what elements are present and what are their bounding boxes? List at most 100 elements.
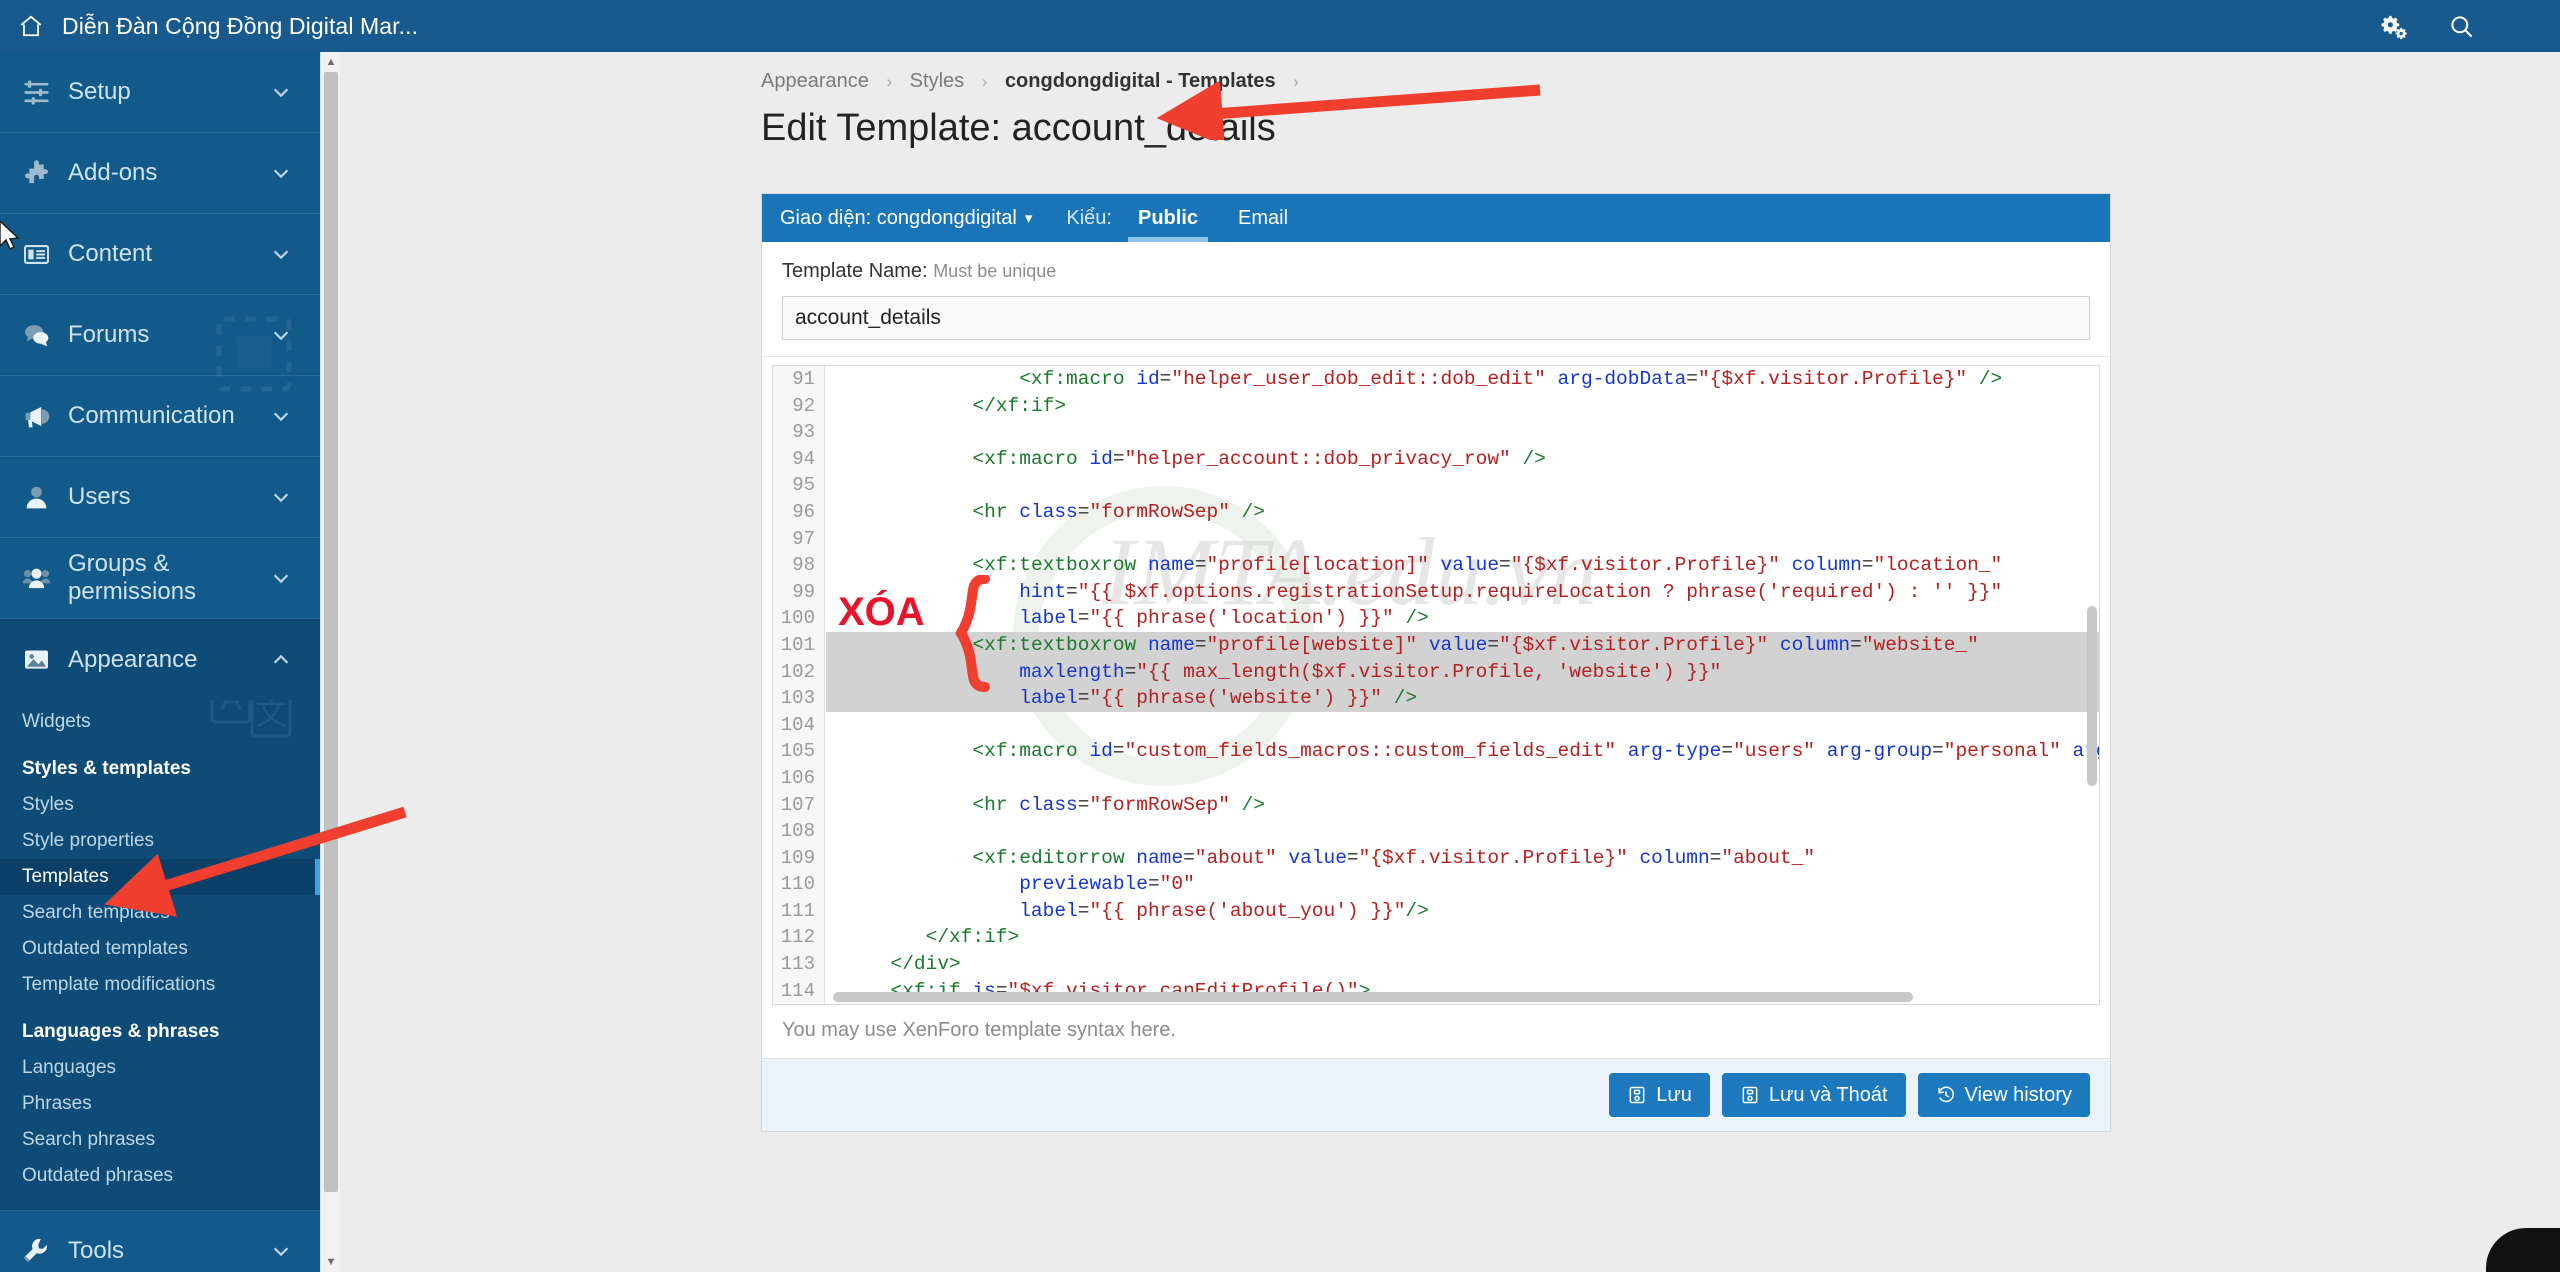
code-line[interactable] (826, 818, 2099, 845)
view-history-button[interactable]: View history (1917, 1073, 2090, 1117)
code-line[interactable]: hint="{{ $xf.options.registrationSetup.r… (826, 579, 2099, 606)
sidebar-item-users[interactable]: Users (0, 457, 320, 538)
code-line[interactable]: label="{{ phrase('about_you') }}"/> (826, 898, 2099, 925)
save-and-exit-button[interactable]: Lưu và Thoát (1721, 1073, 1906, 1117)
sidebar-item-forums[interactable]: Forums (0, 295, 320, 376)
code-line[interactable]: <xf:macro id="helper_account::dob_privac… (826, 446, 2099, 473)
sidebar: A 文 Setup Ad (0, 52, 320, 1272)
sidebar-subitem-style-properties[interactable]: Style properties (0, 823, 320, 859)
sidebar-subitem-search-templates[interactable]: Search templates (0, 895, 320, 931)
code-line[interactable]: <xf:textboxrow name="profile[website]" v… (826, 631, 2099, 659)
code-token: "website_" (1861, 633, 1979, 656)
sidebar-subitem-outdated-templates[interactable]: Outdated templates (0, 931, 320, 967)
editor-horizontal-scrollbar[interactable] (833, 992, 1913, 1002)
sidebar-item-tools[interactable]: Tools (0, 1210, 320, 1272)
code-lines[interactable]: <xf:macro id="helper_user_dob_edit::dob_… (826, 366, 2099, 1004)
sidebar-subitem-languages[interactable]: Languages (0, 1050, 320, 1086)
code-token: <xf:macro (1019, 368, 1137, 390)
tab-email[interactable]: Email (1224, 194, 1302, 242)
chevron-down-icon (270, 567, 292, 589)
scrollbar-thumb[interactable] (324, 72, 338, 1192)
breadcrumb-styles[interactable]: Styles (910, 70, 964, 92)
code-editor[interactable]: IMTA.edu.vn Internet Marketing Target 91… (772, 365, 2100, 1005)
editor-vertical-scrollbar[interactable] (2087, 606, 2097, 786)
scroll-down-arrow[interactable]: ▼ (321, 1252, 341, 1272)
code-line[interactable]: </xf:if> (826, 924, 2099, 951)
code-line[interactable]: <xf:editorrow name="about" value="{$xf.v… (826, 845, 2099, 872)
sidebar-item-groups-permissions[interactable]: Groups & permissions (0, 538, 320, 619)
sidebar-item-content[interactable]: Content (0, 214, 320, 295)
code-line[interactable]: label="{{ phrase('website') }}" /> (826, 685, 2099, 712)
code-line[interactable]: label="{{ phrase('location') }}" /> (826, 605, 2099, 632)
megaphone-icon (22, 402, 68, 431)
code-line[interactable] (826, 712, 2099, 739)
code-line[interactable] (826, 765, 2099, 792)
code-token: "personal" (1943, 740, 2061, 763)
code-line[interactable]: <hr class="formRowSep" /> (826, 499, 2099, 526)
style-selector-dropdown[interactable]: Giao diện: congdongdigital ▾ (780, 207, 1032, 230)
sidebar-subitem-widgets[interactable]: Widgets (0, 704, 320, 740)
template-name-input[interactable] (782, 296, 2090, 340)
sidebar-subitem-template-modifications[interactable]: Template modifications (0, 967, 320, 1003)
search-icon[interactable] (2448, 13, 2475, 40)
code-token: /> (1229, 793, 1266, 816)
code-line[interactable]: </div> (826, 951, 2099, 978)
chevron-down-icon (270, 486, 292, 508)
home-icon[interactable] (0, 13, 62, 39)
code-line[interactable] (826, 419, 2099, 446)
code-line[interactable]: previewable="0" (826, 871, 2099, 898)
code-token: </xf:if> (925, 926, 1020, 949)
code-line[interactable] (826, 472, 2099, 499)
code-token: = (1194, 633, 1207, 656)
code-line[interactable]: <xf:macro id="custom_fields_macros::cust… (826, 738, 2099, 765)
code-line[interactable]: maxlength="{{ max_length($xf.visitor.Pro… (826, 658, 2099, 686)
breadcrumb-appearance[interactable]: Appearance (761, 70, 869, 92)
code-line[interactable]: <xf:macro id="helper_user_dob_edit::dob_… (826, 366, 2099, 393)
code-token: /> (1510, 447, 1546, 470)
scroll-up-arrow[interactable]: ▲ (321, 52, 341, 72)
code-token: <xf:macro (972, 447, 1090, 470)
code-line[interactable]: <xf:textboxrow name="profile[location]" … (826, 552, 2099, 579)
breadcrumb-current[interactable]: congdongdigital - Templates (1005, 70, 1276, 92)
code-token: "{$xf.visitor.Profile}" (1358, 846, 1628, 869)
code-token: id (1136, 368, 1160, 390)
sidebar-subitem-phrases[interactable]: Phrases (0, 1086, 320, 1122)
sidebar-item-add-ons[interactable]: Add-ons (0, 133, 320, 214)
code-token: /> (1229, 500, 1266, 523)
line-number: 115 (773, 1004, 824, 1005)
sidebar-subitem-search-phrases[interactable]: Search phrases (0, 1122, 320, 1158)
puzzle-icon (22, 159, 68, 188)
gears-icon[interactable] (2381, 13, 2408, 40)
code-token: = (1686, 368, 1698, 390)
sidebar-item-communication[interactable]: Communication (0, 376, 320, 457)
code-token: "{{ $xf.options.registrationSetup.requir… (1077, 580, 2003, 603)
sidebar-subitem-outdated-phrases[interactable]: Outdated phrases (0, 1158, 320, 1194)
code-token: = (1721, 740, 1734, 763)
sidebar-subitem-templates[interactable]: Templates (0, 859, 320, 895)
save-button[interactable]: Lưu (1609, 1073, 1710, 1117)
line-number: 104 (780, 713, 815, 736)
line-number: 107 (780, 793, 815, 816)
code-line[interactable] (826, 526, 2099, 553)
code-line[interactable]: </xf:if> (826, 393, 2099, 420)
code-token: "{{ phrase('about_you') }}" (1089, 899, 1406, 922)
line-number: 113 (780, 953, 815, 976)
sidebar-item-setup[interactable]: Setup (0, 52, 320, 133)
sidebar-item-appearance[interactable]: Appearance (0, 619, 320, 700)
code-token: class (1019, 793, 1078, 816)
code-token: column (1779, 633, 1851, 656)
sidebar-scrollbar[interactable]: ▲ ▼ (320, 52, 340, 1272)
code-token: "0" (1159, 873, 1195, 896)
sidebar-subitem-styles[interactable]: Styles (0, 787, 320, 823)
code-line[interactable]: <hr class="formRowSep" /> (826, 792, 2099, 819)
tab-public[interactable]: Public (1124, 194, 1212, 242)
sidebar-subhead-languages-phrases: Languages & phrases (22, 1021, 220, 1042)
line-number: 91 (792, 368, 815, 390)
